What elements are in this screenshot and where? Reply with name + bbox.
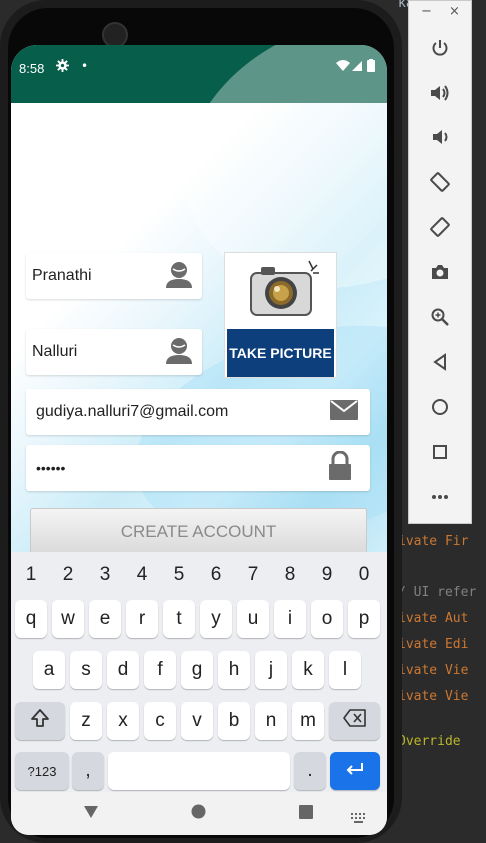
key-d[interactable]: d <box>107 651 139 689</box>
person-icon <box>164 335 194 369</box>
notification-dot: • <box>81 59 89 73</box>
key-6[interactable]: 6 <box>201 564 231 586</box>
symbols-key[interactable]: ?123 <box>15 752 69 790</box>
first-name-field[interactable]: Pranathi <box>26 253 202 299</box>
key-o[interactable]: o <box>311 600 343 638</box>
enter-icon <box>345 760 365 782</box>
gear-icon <box>56 59 69 76</box>
overview-icon[interactable] <box>299 804 313 823</box>
back-icon[interactable] <box>425 347 455 377</box>
back-icon[interactable] <box>83 804 99 823</box>
camera-icon <box>247 259 323 323</box>
phone-frame: 8:58 • Pranathi Nalluri TAKE PICTURE gud… <box>0 0 402 843</box>
key-x[interactable]: x <box>107 702 139 740</box>
device-screen: 8:58 • Pranathi Nalluri TAKE PICTURE gud… <box>11 45 387 835</box>
power-icon[interactable] <box>425 33 455 63</box>
backspace-key[interactable] <box>329 702 380 740</box>
key-4[interactable]: 4 <box>127 564 157 586</box>
key-w[interactable]: w <box>52 600 84 638</box>
camera-icon[interactable] <box>425 257 455 287</box>
rotate-left-icon[interactable] <box>425 167 455 197</box>
volume-down-icon[interactable] <box>425 122 455 152</box>
key-1[interactable]: 1 <box>16 564 46 586</box>
zoom-icon[interactable] <box>425 302 455 332</box>
key-r[interactable]: r <box>126 600 158 638</box>
period-key[interactable]: . <box>294 752 326 790</box>
emulator-toolbar: − × <box>408 0 472 524</box>
shift-icon <box>30 708 50 734</box>
key-q[interactable]: q <box>15 600 47 638</box>
keyboard-switch-icon[interactable] <box>351 808 367 827</box>
key-e[interactable]: e <box>89 600 121 638</box>
signup-screen: Pranathi Nalluri TAKE PICTURE gudiya.nal… <box>11 45 387 577</box>
code-line: ivate Vie <box>398 663 469 678</box>
key-j[interactable]: j <box>255 651 287 689</box>
key-n[interactable]: n <box>255 702 287 740</box>
key-0[interactable]: 0 <box>349 564 379 586</box>
last-name-value: Nalluri <box>32 343 78 360</box>
key-p[interactable]: p <box>348 600 380 638</box>
key-b[interactable]: b <box>218 702 250 740</box>
status-time: 8:58 <box>19 61 45 76</box>
minimize-button[interactable]: − <box>421 4 432 19</box>
space-key[interactable] <box>108 752 290 790</box>
take-picture-button[interactable]: TAKE PICTURE <box>224 252 337 378</box>
lock-icon <box>328 450 352 485</box>
key-i[interactable]: i <box>274 600 306 638</box>
key-3[interactable]: 3 <box>90 564 120 586</box>
key-f[interactable]: f <box>144 651 176 689</box>
person-icon <box>164 259 194 293</box>
key-a[interactable]: a <box>33 651 65 689</box>
key-z[interactable]: z <box>70 702 102 740</box>
key-v[interactable]: v <box>181 702 213 740</box>
key-g[interactable]: g <box>181 651 213 689</box>
comma-key[interactable]: , <box>72 752 104 790</box>
code-line: ivate Aut <box>398 611 469 626</box>
more-icon[interactable] <box>425 482 455 512</box>
mail-icon <box>330 400 358 424</box>
soft-keyboard: 1 2 3 4 5 6 7 8 9 0 q w e r t y u i o p … <box>11 552 387 792</box>
key-2[interactable]: 2 <box>53 564 83 586</box>
first-name-value: Pranathi <box>32 267 92 284</box>
key-7[interactable]: 7 <box>238 564 268 586</box>
key-l[interactable]: l <box>329 651 361 689</box>
last-name-field[interactable]: Nalluri <box>26 329 202 375</box>
enter-key[interactable] <box>330 752 380 790</box>
key-t[interactable]: t <box>163 600 195 638</box>
code-line: / UI refer <box>398 585 477 600</box>
code-line: ivate Fir <box>398 534 469 549</box>
navigation-bar <box>11 792 387 835</box>
email-field[interactable]: gudiya.nalluri7@gmail.com <box>26 389 370 435</box>
home-icon[interactable] <box>191 804 206 823</box>
key-k[interactable]: k <box>292 651 324 689</box>
key-c[interactable]: c <box>144 702 176 740</box>
password-field[interactable]: •••••• <box>26 445 370 491</box>
key-8[interactable]: 8 <box>275 564 305 586</box>
take-picture-label: TAKE PICTURE <box>227 329 334 377</box>
key-u[interactable]: u <box>237 600 269 638</box>
email-value: gudiya.nalluri7@gmail.com <box>36 403 229 420</box>
key-s[interactable]: s <box>70 651 102 689</box>
home-icon[interactable] <box>425 392 455 422</box>
code-line: ivate Edi <box>398 637 469 652</box>
shift-key[interactable] <box>15 702 65 740</box>
code-line: Override <box>398 734 461 749</box>
create-account-button[interactable]: CREATE ACCOUNT <box>30 508 367 556</box>
key-h[interactable]: h <box>218 651 250 689</box>
overview-icon[interactable] <box>425 437 455 467</box>
rotate-right-icon[interactable] <box>425 212 455 242</box>
key-m[interactable]: m <box>292 702 324 740</box>
key-y[interactable]: y <box>200 600 232 638</box>
close-button[interactable]: × <box>449 4 460 19</box>
key-5[interactable]: 5 <box>164 564 194 586</box>
key-9[interactable]: 9 <box>312 564 342 586</box>
backspace-icon <box>342 709 367 733</box>
code-line: ivate Vie <box>398 689 469 704</box>
password-value: •••••• <box>36 460 66 476</box>
volume-up-icon[interactable] <box>425 78 455 108</box>
